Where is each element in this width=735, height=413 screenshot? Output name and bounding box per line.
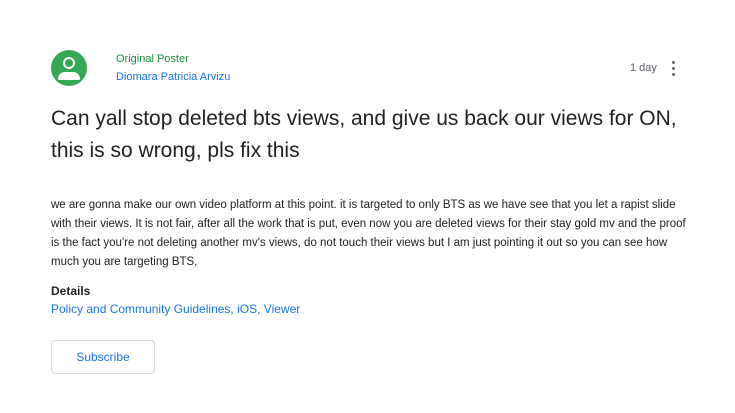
forum-post: Original Poster Diomara Patricia Arvizu … [0, 0, 735, 413]
details-heading: Details [51, 284, 91, 298]
details-link-viewer[interactable]: Viewer [264, 302, 300, 316]
more-vert-icon[interactable] [665, 58, 683, 80]
poster-role-label: Original Poster [116, 53, 189, 65]
details-link-ios[interactable]: iOS [237, 302, 257, 316]
more-dot [672, 67, 675, 70]
account-circle-icon [51, 50, 87, 86]
details-separator: , [257, 302, 264, 316]
details-link-policy[interactable]: Policy and Community Guidelines [51, 302, 230, 316]
avatar-body [58, 72, 80, 80]
post-body: we are gonna make our own video platform… [51, 199, 686, 268]
avatar-head [63, 57, 75, 69]
more-dot [672, 61, 675, 64]
post-timestamp: 1 day [630, 62, 657, 74]
poster-name-link[interactable]: Diomara Patricia Arvizu [116, 71, 230, 83]
post-title: Can yall stop deleted bts views, and giv… [51, 107, 677, 162]
subscribe-button[interactable]: Subscribe [51, 340, 155, 374]
more-dot [672, 73, 675, 76]
details-links: Policy and Community Guidelines, iOS, Vi… [51, 302, 300, 316]
